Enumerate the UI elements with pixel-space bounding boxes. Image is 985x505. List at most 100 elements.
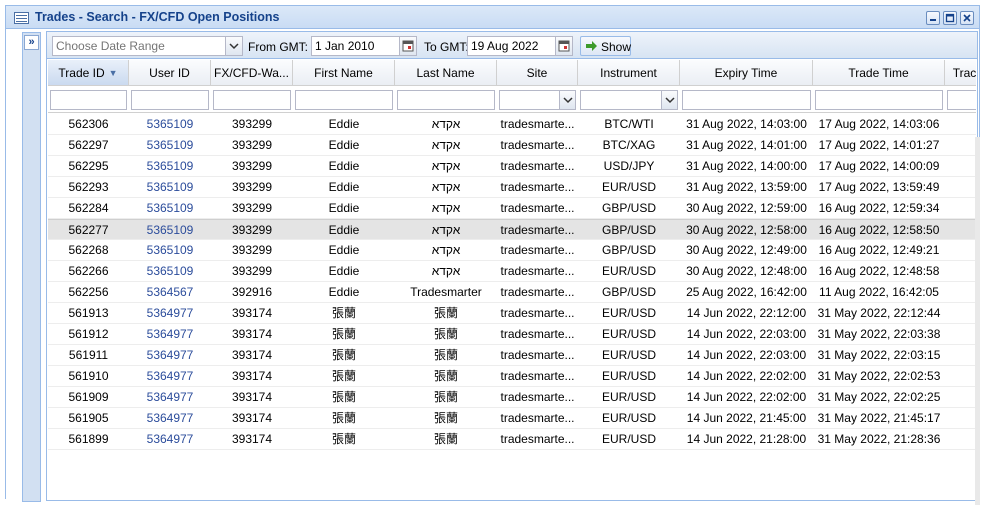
cell-trade-time: 31 May 2022, 22:03:38 [817, 327, 941, 341]
cell-trade-id: 562256 [68, 285, 109, 299]
cell-fx-cfd-wallet: 393174 [231, 348, 273, 362]
show-button[interactable]: Show [580, 36, 631, 56]
grid-filter-row [48, 87, 976, 113]
table-row[interactable]: 561911 5364977 393174 張蘭 張蘭 tradesmarte... EUR… [48, 345, 976, 366]
cell-trade-id: 562295 [68, 159, 109, 173]
column-header-user-id[interactable]: User ID [129, 60, 211, 85]
column-header-label: User ID [149, 66, 190, 80]
cell-user-id[interactable]: 5364977 [129, 345, 211, 366]
cell-trade-id: 562266 [68, 264, 109, 278]
filter-expiry-time[interactable] [682, 90, 811, 110]
vertical-scrollbar[interactable] [975, 137, 980, 505]
maximize-icon [945, 13, 955, 23]
cell-trade-id: 561909 [68, 390, 109, 404]
cell-user-id[interactable]: 5365109 [129, 135, 211, 156]
cell-fx-cfd-wallet: 393299 [231, 243, 273, 257]
cell-site: tradesmarte... [500, 306, 575, 320]
to-date-picker-trigger[interactable] [555, 37, 572, 55]
cell-expiry-time: 31 Aug 2022, 14:03:00 [686, 117, 807, 131]
cell-fx-cfd-wallet: 393299 [231, 201, 273, 215]
table-row[interactable]: 562295 5365109 393299 Eddie אקדא tradesmarte.… [48, 156, 976, 177]
column-header-fx-cfd-wallet[interactable]: FX/CFD-Wa... [211, 60, 293, 85]
table-row[interactable]: 561913 5364977 393174 張蘭 張蘭 tradesmarte... EUR… [48, 303, 976, 324]
cell-site: tradesmarte... [500, 390, 575, 404]
filter-instrument[interactable] [580, 90, 678, 110]
cell-trade-id: 561911 [68, 348, 109, 362]
cell-user-id[interactable]: 5365109 [129, 261, 211, 282]
cell-user-id[interactable]: 5365109 [129, 240, 211, 261]
from-date-input[interactable] [312, 37, 400, 55]
arrow-right-icon [586, 41, 597, 51]
maximize-button[interactable] [943, 11, 957, 25]
cell-fx-cfd-wallet: 392916 [231, 285, 273, 299]
table-row[interactable]: 562297 5365109 393299 Eddie אקדא tradesmarte.… [48, 135, 976, 156]
column-header-trade-id[interactable]: Trade ID ▼ [48, 60, 129, 85]
cell-site: tradesmarte... [500, 369, 575, 383]
filter-trade-id[interactable] [50, 90, 127, 110]
to-gmt-label: To GMT: [424, 40, 469, 54]
cell-user-id[interactable]: 5365109 [129, 156, 211, 177]
from-date-field[interactable] [311, 36, 417, 56]
filter-fx-cfd-wallet[interactable] [213, 90, 291, 110]
calendar-icon [402, 40, 414, 52]
table-row[interactable]: 562277 5365109 393299 Eddie אקדא tradesmarte.… [48, 219, 976, 240]
cell-user-id[interactable]: 5364977 [129, 324, 211, 345]
cell-last-name: אקדא [431, 243, 461, 257]
filter-trade-time[interactable] [815, 90, 943, 110]
to-date-field[interactable] [467, 36, 573, 56]
window-list-icon [14, 12, 29, 24]
table-row[interactable]: 562284 5365109 393299 Eddie אקדא tradesmarte.… [48, 198, 976, 219]
column-header-last-name[interactable]: Last Name [395, 60, 497, 85]
cell-expiry-time: 31 Aug 2022, 14:01:00 [686, 138, 807, 152]
minimize-button[interactable] [926, 11, 940, 25]
cell-last-name: 張蘭 [433, 327, 458, 341]
cell-user-id[interactable]: 5365109 [129, 220, 211, 241]
cell-user-id[interactable]: 5364977 [129, 408, 211, 429]
filter-dropdown-trigger[interactable] [559, 91, 575, 109]
cell-user-id[interactable]: 5364977 [129, 303, 211, 324]
expand-panel-button[interactable]: » [24, 35, 39, 50]
column-header-site[interactable]: Site [497, 60, 578, 85]
cell-instrument: GBP/USD [601, 285, 656, 299]
table-row[interactable]: 562293 5365109 393299 Eddie אקדא tradesmarte.… [48, 177, 976, 198]
window-titlebar[interactable]: Trades - Search - FX/CFD Open Positions [6, 6, 979, 29]
filter-user-id[interactable] [131, 90, 209, 110]
filter-last-name[interactable] [397, 90, 495, 110]
cell-user-id[interactable]: 5365109 [129, 198, 211, 219]
filter-first-name[interactable] [295, 90, 393, 110]
column-header-first-name[interactable]: First Name [293, 60, 395, 85]
column-header-trade-extra[interactable]: Trac [945, 60, 976, 85]
from-date-picker-trigger[interactable] [399, 37, 416, 55]
cell-last-name: אקדא [431, 223, 461, 237]
to-date-input[interactable] [468, 37, 556, 55]
filter-site[interactable] [499, 90, 576, 110]
table-row[interactable]: 562268 5365109 393299 Eddie אקדא tradesmarte.… [48, 240, 976, 261]
cell-trade-time: 16 Aug 2022, 12:48:58 [818, 264, 940, 278]
cell-user-id[interactable]: 5365109 [129, 177, 211, 198]
column-header-expiry-time[interactable]: Expiry Time [680, 60, 813, 85]
column-header-instrument[interactable]: Instrument [578, 60, 680, 85]
date-range-combo[interactable] [52, 36, 243, 56]
minimize-icon [930, 19, 936, 21]
cell-user-id[interactable]: 5364977 [129, 429, 211, 450]
cell-user-id[interactable]: 5364977 [129, 366, 211, 387]
table-row[interactable]: 562256 5364567 392916 Eddie Tradesmarter trad… [48, 282, 976, 303]
table-row[interactable]: 561910 5364977 393174 張蘭 張蘭 tradesmarte... EUR… [48, 366, 976, 387]
filter-dropdown-trigger[interactable] [661, 91, 677, 109]
table-row[interactable]: 561899 5364977 393174 張蘭 張蘭 tradesmarte... EUR… [48, 429, 976, 450]
table-row[interactable]: 561905 5364977 393174 張蘭 張蘭 tradesmarte... EUR… [48, 408, 976, 429]
table-row[interactable]: 561912 5364977 393174 張蘭 張蘭 tradesmarte... EUR… [48, 324, 976, 345]
cell-user-id[interactable]: 5364567 [129, 282, 211, 303]
cell-user-id[interactable]: 5364977 [129, 387, 211, 408]
chevron-down-icon [229, 43, 239, 50]
column-header-trade-time[interactable]: Trade Time [813, 60, 945, 85]
date-range-input[interactable] [53, 37, 223, 55]
table-row[interactable]: 561909 5364977 393174 張蘭 張蘭 tradesmarte... EUR… [48, 387, 976, 408]
cell-user-id[interactable]: 5365109 [129, 114, 211, 135]
table-row[interactable]: 562306 5365109 393299 Eddie אקדא tradesmarte.… [48, 114, 976, 135]
cell-last-name: 張蘭 [433, 348, 458, 362]
date-range-dropdown-trigger[interactable] [225, 37, 242, 55]
close-button[interactable] [960, 11, 974, 25]
table-row[interactable]: 562266 5365109 393299 Eddie אקדא tradesmarte.… [48, 261, 976, 282]
filter-trade-extra[interactable] [947, 90, 976, 110]
